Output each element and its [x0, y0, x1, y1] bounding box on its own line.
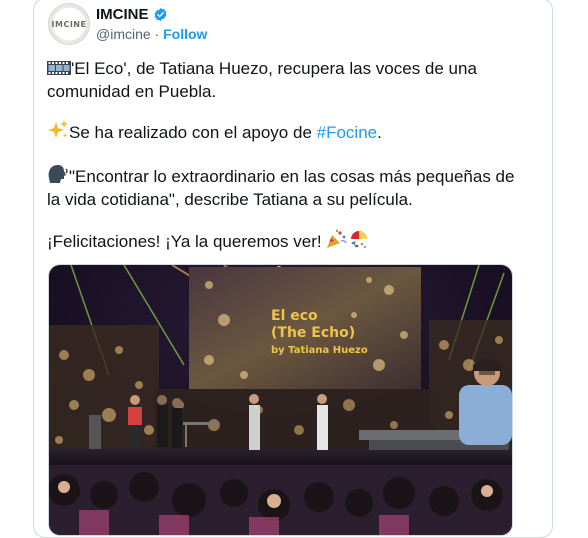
tweet-media-photo[interactable]: El eco (The Echo) by Tatiana Huezo [48, 264, 513, 536]
tweet-line-4: ¡Felicitaciones! ¡Ya la queremos ver! [47, 232, 327, 251]
handle-row: @imcine · Follow [96, 26, 207, 42]
party-popper-icon [327, 229, 348, 248]
verified-badge-icon [154, 7, 166, 22]
hashtag-link-focine[interactable]: #Focine [317, 123, 377, 142]
screen-title-line-2: (The Echo) [271, 325, 355, 341]
tweet-line-1: 'El Eco', de Tatiana Huezo, recupera las… [47, 59, 477, 101]
sparkles-icon [48, 120, 68, 138]
tweet-line-3: "Encontrar lo extraordinario en las cosa… [47, 167, 515, 209]
separator-dot: · [150, 26, 164, 42]
screen-title-line-3: by Tatiana Huezo [271, 345, 368, 356]
speaking-head-icon [48, 165, 68, 183]
stage-photo: El eco (The Echo) by Tatiana Huezo [49, 265, 512, 535]
tweet-paragraph-1: 'El Eco', de Tatiana Huezo, recupera las… [47, 57, 527, 103]
avatar[interactable]: IMCINE [48, 3, 90, 45]
film-frames-icon [47, 61, 71, 75]
account-name-row: IMCINE [96, 6, 168, 23]
tweet-line-2-prefix: Se ha realizado con el apoyo de [69, 123, 317, 142]
avatar-logo-text: IMCINE [51, 19, 87, 29]
account-handle[interactable]: @imcine [96, 26, 151, 42]
account-name[interactable]: IMCINE [96, 6, 149, 23]
follow-button[interactable]: Follow [163, 26, 207, 42]
tweet-line-2-suffix: . [377, 123, 382, 142]
tweet-paragraph-3: "Encontrar lo extraordinario en las cosa… [47, 164, 527, 211]
tweet-paragraph-2: Se ha realizado con el apoyo de #Focine. [47, 120, 382, 144]
screen-title-line-1: El eco [271, 308, 318, 324]
confetti-ball-icon [351, 231, 368, 249]
tweet-paragraph-4: ¡Felicitaciones! ¡Ya la queremos ver! [47, 229, 370, 253]
